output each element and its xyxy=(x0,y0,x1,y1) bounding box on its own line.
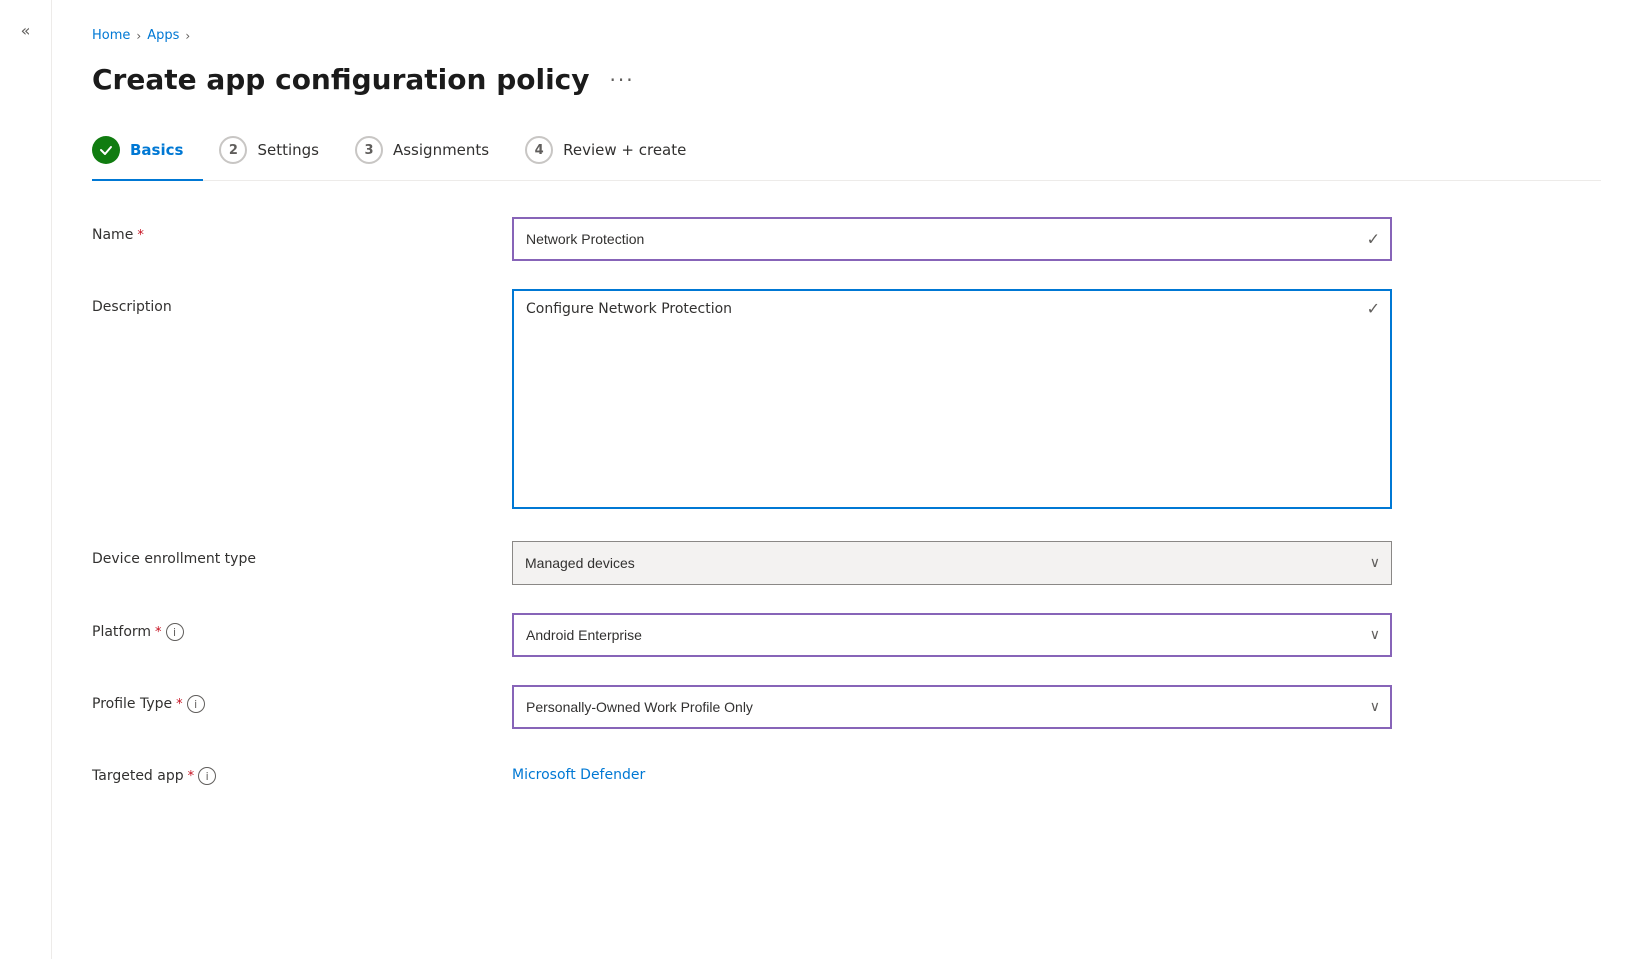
step-basics-label: Basics xyxy=(130,141,183,159)
breadcrumb-sep-2: › xyxy=(185,29,190,43)
step-assignments-circle: 3 xyxy=(355,136,383,164)
device-enrollment-select[interactable]: Managed devices xyxy=(512,541,1392,585)
platform-dropdown-wrap: Android Enterprise iOS/iPadOS Windows 10… xyxy=(512,613,1392,657)
device-enrollment-label: Device enrollment type xyxy=(92,541,512,567)
description-check-icon: ✓ xyxy=(1367,299,1380,318)
name-input[interactable] xyxy=(512,217,1392,261)
form-row-description: Description Configure Network Protection… xyxy=(92,289,1392,513)
profile-type-dropdown-wrap: Personally-Owned Work Profile Only Fully… xyxy=(512,685,1392,729)
profile-type-required: * xyxy=(176,697,183,712)
breadcrumb: Home › Apps › xyxy=(92,28,1601,43)
sidebar-collapse-button[interactable]: « xyxy=(12,16,40,44)
name-control-wrap: ✓ xyxy=(512,217,1392,261)
breadcrumb-sep-1: › xyxy=(136,29,141,43)
description-label: Description xyxy=(92,289,512,315)
platform-info-icon[interactable]: i xyxy=(166,623,184,641)
step-review-circle: 4 xyxy=(525,136,553,164)
page-title: Create app configuration policy xyxy=(92,63,590,96)
profile-type-label: Profile Type * i xyxy=(92,685,512,713)
device-enrollment-control-wrap: Managed devices ∨ xyxy=(512,541,1392,585)
description-control-wrap: Configure Network Protection ✓ xyxy=(512,289,1392,513)
targeted-app-label: Targeted app * i xyxy=(92,757,512,785)
step-assignments[interactable]: 3 Assignments xyxy=(355,124,509,180)
main-content: Home › Apps › Create app configuration p… xyxy=(52,0,1641,959)
profile-type-control-wrap: Personally-Owned Work Profile Only Fully… xyxy=(512,685,1392,729)
breadcrumb-home[interactable]: Home xyxy=(92,28,130,43)
step-settings-label: Settings xyxy=(257,141,319,159)
device-enrollment-dropdown-wrap: Managed devices ∨ xyxy=(512,541,1392,585)
step-review-label: Review + create xyxy=(563,141,686,159)
form-row-device-enrollment: Device enrollment type Managed devices ∨ xyxy=(92,541,1392,585)
step-review[interactable]: 4 Review + create xyxy=(525,124,706,180)
page-header: Create app configuration policy ··· xyxy=(92,63,1601,96)
name-required: * xyxy=(137,228,144,243)
form-section: Name * ✓ Description Configure Net xyxy=(92,217,1392,801)
form-row-profile-type: Profile Type * i Personally-Owned Work P… xyxy=(92,685,1392,729)
profile-type-select[interactable]: Personally-Owned Work Profile Only Fully… xyxy=(512,685,1392,729)
targeted-app-link[interactable]: Microsoft Defender xyxy=(512,757,645,783)
form-row-platform: Platform * i Android Enterprise iOS/iPad… xyxy=(92,613,1392,657)
platform-control-wrap: Android Enterprise iOS/iPadOS Windows 10… xyxy=(512,613,1392,657)
form-row-name: Name * ✓ xyxy=(92,217,1392,261)
step-basics-circle xyxy=(92,136,120,164)
more-options-button[interactable]: ··· xyxy=(602,64,643,96)
step-settings-circle: 2 xyxy=(219,136,247,164)
description-textarea[interactable]: Configure Network Protection xyxy=(512,289,1392,509)
platform-label: Platform * i xyxy=(92,613,512,641)
targeted-app-required: * xyxy=(188,769,195,784)
name-input-wrap: ✓ xyxy=(512,217,1392,261)
targeted-app-info-icon[interactable]: i xyxy=(198,767,216,785)
form-row-targeted-app: Targeted app * i Microsoft Defender xyxy=(92,757,1392,801)
step-basics[interactable]: Basics xyxy=(92,124,203,180)
name-check-icon: ✓ xyxy=(1367,230,1380,249)
profile-type-info-icon[interactable]: i xyxy=(187,695,205,713)
platform-required: * xyxy=(155,625,162,640)
description-textarea-wrap: Configure Network Protection ✓ xyxy=(512,289,1392,513)
wizard-steps: Basics 2 Settings 3 Assignments 4 Review… xyxy=(92,124,1601,181)
platform-select[interactable]: Android Enterprise iOS/iPadOS Windows 10… xyxy=(512,613,1392,657)
step-settings[interactable]: 2 Settings xyxy=(219,124,339,180)
sidebar: « xyxy=(0,0,52,959)
step-assignments-label: Assignments xyxy=(393,141,489,159)
breadcrumb-apps[interactable]: Apps xyxy=(147,28,179,43)
targeted-app-control-wrap: Microsoft Defender xyxy=(512,757,1392,783)
name-label: Name * xyxy=(92,217,512,243)
